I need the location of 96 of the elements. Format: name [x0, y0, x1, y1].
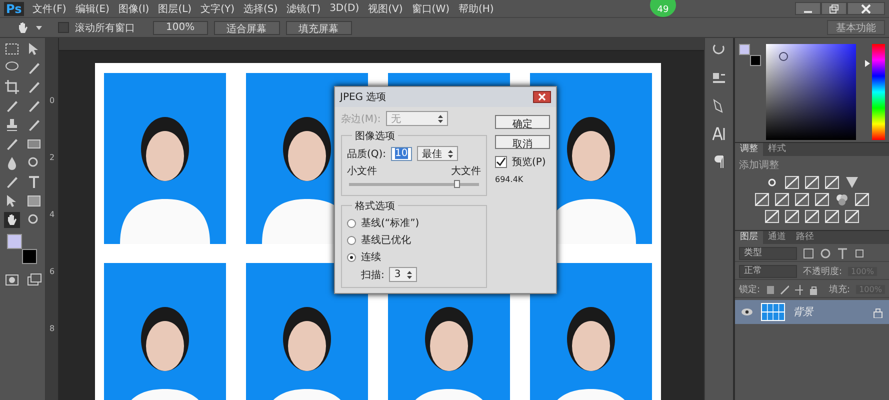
quality-input[interactable]: 10 [391, 146, 412, 160]
screen-mode-icon[interactable] [26, 272, 42, 288]
scans-dropdown[interactable]: 3 [389, 267, 417, 282]
group-title: 图像选项 [352, 129, 398, 143]
caret-icon[interactable] [36, 24, 42, 30]
menu-item[interactable]: 滤镜(T) [286, 2, 321, 16]
panel-tab[interactable]: 通道 [763, 231, 791, 244]
panel-heading: 添加调整 [738, 158, 779, 172]
ruler-label: 0 [49, 96, 55, 105]
background-color-swatch[interactable] [22, 249, 36, 264]
panel-tab[interactable]: 图层 [735, 231, 763, 244]
blend-mode-dropdown[interactable]: 正常 [739, 265, 797, 278]
slider-min-label: 小文件 [347, 164, 377, 178]
menu-item[interactable]: 文字(Y) [200, 2, 234, 16]
up-down-arrows-icon [438, 114, 443, 122]
layer-filter-dropdown[interactable]: 类型 [739, 247, 797, 260]
group-title: 格式选项 [352, 199, 398, 213]
ruler-label: 6 [49, 267, 55, 276]
ruler-label: 8 [49, 324, 55, 333]
quality-slider[interactable] [349, 183, 479, 186]
marquee-icon[interactable] [4, 41, 20, 57]
menu-item[interactable]: 图层(L) [158, 2, 192, 16]
radio-button[interactable] [347, 218, 356, 228]
hand-icon[interactable] [16, 20, 30, 34]
close-button[interactable] [847, 2, 885, 15]
radio-button[interactable] [347, 236, 356, 244]
radio-button[interactable] [347, 252, 356, 262]
crop-icon[interactable] [4, 79, 20, 95]
quick-mask-icon[interactable] [4, 272, 20, 288]
up-down-arrows-icon [448, 150, 453, 158]
menu-item[interactable]: 帮助(H) [458, 2, 494, 16]
menu-item[interactable]: 文件(F) [32, 2, 66, 16]
circle-filter-icon[interactable] [820, 248, 831, 259]
zoom-option-button[interactable]: 填充屏幕 [286, 20, 352, 34]
zoom-option-button[interactable]: 100% [153, 20, 208, 34]
shape-filter-icon[interactable] [854, 248, 865, 259]
quality-dropdown[interactable]: 最佳 [416, 146, 458, 161]
counter-badge: 49 [650, 0, 676, 16]
panel-tab[interactable]: 样式 [763, 143, 791, 156]
menu-item[interactable]: 窗口(W) [412, 2, 450, 16]
type-filter-icon[interactable] [837, 248, 848, 259]
close-icon [538, 93, 546, 101]
app-logo[interactable]: Ps [4, 2, 24, 16]
preview-label: 预览(P) [512, 156, 546, 169]
lock-label: 锁定: [739, 284, 760, 296]
minimize-button[interactable] [795, 2, 821, 15]
slider-thumb[interactable] [454, 180, 460, 188]
zoom-option-button[interactable]: 适合屏幕 [214, 20, 280, 34]
menu-item[interactable]: 选择(S) [243, 2, 278, 16]
preview-checkbox[interactable] [495, 156, 507, 168]
lock-icon[interactable] [808, 284, 818, 294]
rectangle-icon[interactable] [26, 193, 42, 209]
picker-ring-icon[interactable] [779, 52, 788, 61]
properties-icon[interactable] [711, 70, 727, 86]
up-down-arrows-icon [406, 270, 412, 278]
close-button[interactable] [533, 91, 551, 103]
slider-max-label: 大文件 [451, 164, 481, 178]
minimize-icon [804, 10, 812, 12]
ruler-label: 4 [49, 210, 55, 219]
circles-adjustment-icon[interactable] [835, 193, 849, 206]
foreground-color-swatch[interactable] [739, 44, 750, 55]
scans-label: 扫描: [361, 268, 384, 282]
radio-label: 基线(“标准”) [361, 216, 420, 230]
hand-icon[interactable] [4, 212, 20, 228]
dialog-button[interactable]: 确定 [495, 115, 550, 129]
foreground-color-swatch[interactable] [6, 234, 22, 249]
restore-button[interactable] [821, 2, 847, 15]
character-icon[interactable] [711, 126, 727, 142]
checkbox[interactable] [58, 22, 69, 33]
restore-icon [829, 4, 839, 14]
panel-tab[interactable]: 调整 [735, 143, 763, 156]
workspace-button[interactable]: 基本功能 [827, 20, 885, 35]
close-icon [861, 4, 871, 14]
layer-row[interactable]: 背景 [735, 300, 889, 324]
menu-item[interactable]: 图像(I) [118, 2, 150, 16]
panel-tab[interactable]: 路径 [791, 231, 819, 244]
quality-label: 品质(Q): [347, 148, 386, 160]
menu-item[interactable]: 视图(V) [368, 2, 403, 16]
color-picker-field[interactable] [766, 44, 856, 140]
background-color-swatch[interactable] [750, 55, 761, 66]
file-size-text: 694.4K [495, 175, 524, 184]
fill-label: 填充: [829, 284, 850, 296]
matte-label: 杂边(M): [341, 112, 381, 126]
menu-item[interactable]: 编辑(E) [75, 2, 110, 16]
checkbox-label: 滚动所有窗口 [75, 22, 135, 34]
dialog-button[interactable]: 取消 [495, 135, 550, 149]
triangle-adjustment-icon[interactable] [845, 176, 859, 189]
radio-label: 基线已优化 [361, 234, 411, 247]
dialog-title: JPEG 选项 [340, 90, 386, 104]
menu-item[interactable]: 3D(D) [330, 3, 360, 14]
opacity-label: 不透明度: [803, 266, 842, 278]
ruler-label: 2 [49, 153, 55, 162]
radio-label: 连续 [361, 250, 381, 264]
layer-thumbnail-icon [761, 303, 785, 321]
layer-name: 背景 [793, 306, 815, 319]
eye-icon[interactable] [741, 308, 753, 316]
